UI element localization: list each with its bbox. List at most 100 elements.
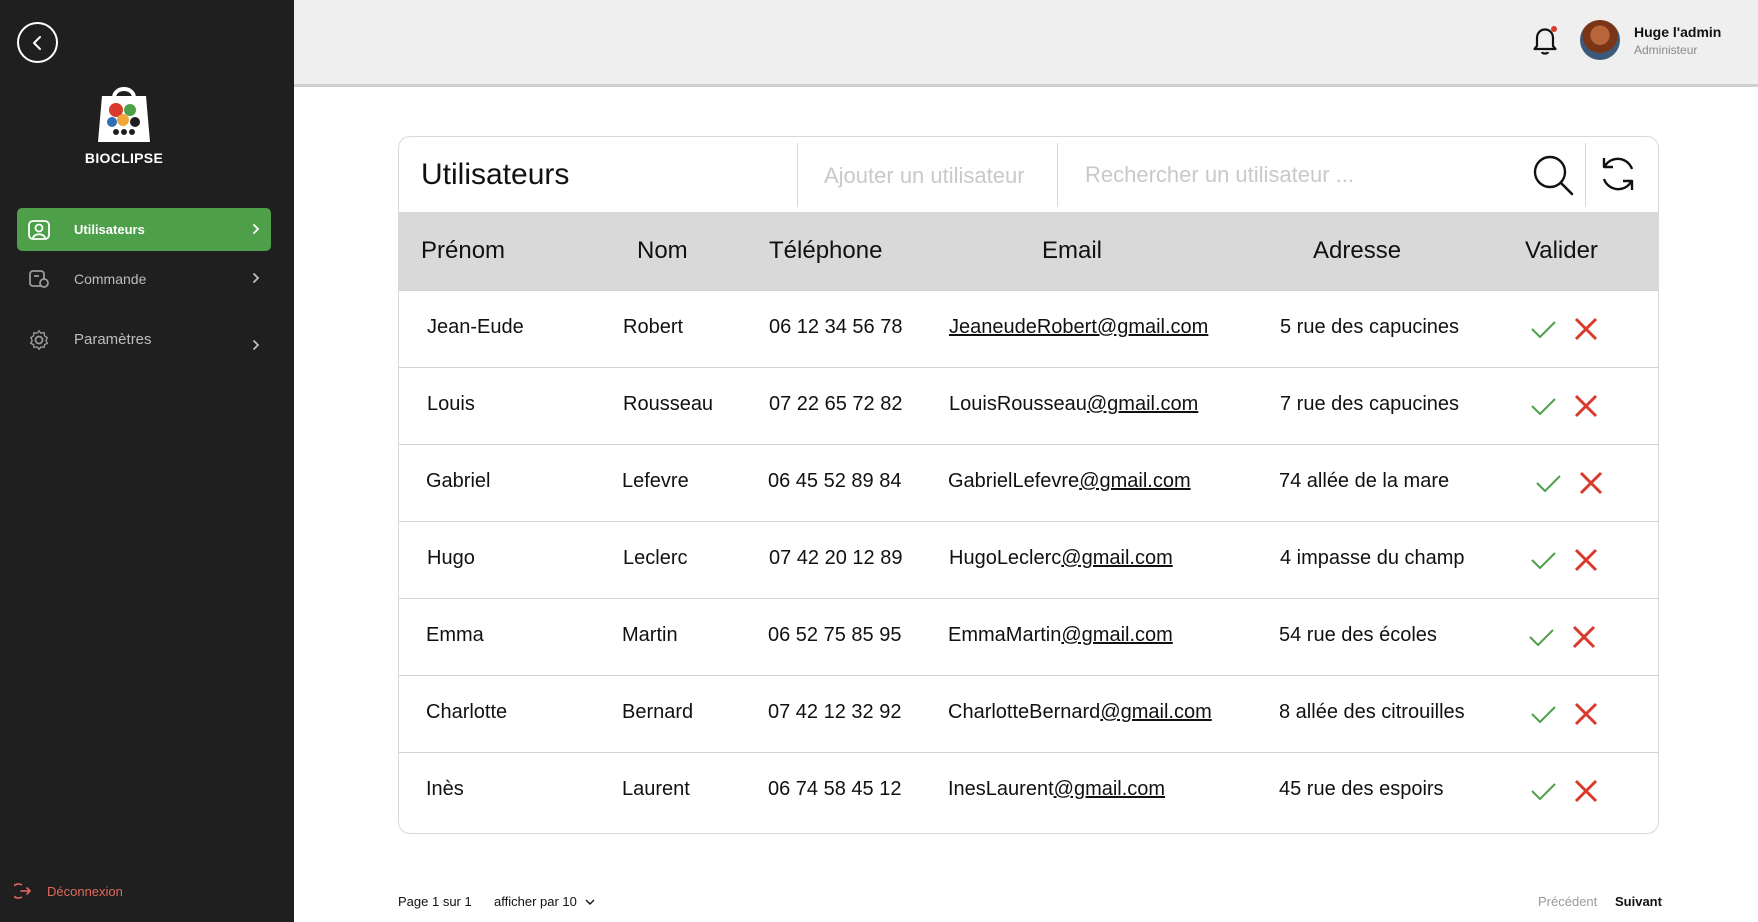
cell-adresse: 8 allée des citrouilles — [1279, 701, 1465, 723]
email-domain[interactable]: @gmail.com — [1087, 393, 1198, 415]
email-link[interactable]: JeaneudeRobert@gmail.com — [949, 316, 1208, 338]
cell-adresse: 4 impasse du champ — [1280, 547, 1465, 569]
approve-check-icon[interactable] — [1529, 315, 1557, 343]
brand-name: BIOCLIPSE — [84, 150, 164, 166]
table-row: Emma Martin 06 52 75 85 95 EmmaMartin@gm… — [399, 598, 1658, 675]
cell-telephone: 07 22 65 72 82 — [769, 393, 903, 415]
cell-nom: Lefevre — [622, 470, 689, 492]
cell-nom: Robert — [623, 316, 684, 338]
header-divider — [797, 143, 798, 207]
cell-email[interactable]: JeaneudeRobert@gmail.com — [949, 316, 1208, 339]
cell-email[interactable]: EmmaMartin@gmail.com — [948, 624, 1173, 647]
shopping-bag-logo-icon — [98, 87, 150, 142]
sidebar-item-commande[interactable]: Commande — [17, 257, 271, 300]
cell-telephone: 07 42 12 32 92 — [768, 701, 902, 723]
table-row: Hugo Leclerc 07 42 20 12 89 HugoLeclerc@… — [399, 521, 1658, 598]
cell-email[interactable]: LouisRousseau@gmail.com — [949, 393, 1198, 416]
cell-nom: Bernard — [622, 701, 694, 723]
users-card: Utilisateurs Ajouter un utilisateur Prén… — [398, 136, 1659, 834]
cell-adresse: 5 rue des capucines — [1280, 316, 1460, 338]
cell-email[interactable]: InesLaurent@gmail.com — [948, 778, 1165, 801]
cell-adresse: 54 rue des écoles — [1279, 624, 1437, 646]
cell-prenom: Jean-Eude — [427, 316, 524, 338]
email-user: GabrielLefevre — [948, 470, 1080, 492]
approve-check-icon[interactable] — [1527, 623, 1555, 651]
previous-page-button[interactable]: Précédent — [1538, 894, 1597, 909]
sidebar: BIOCLIPSE Utilisateurs Commande Paramètr… — [0, 0, 294, 922]
cell-prenom: Charlotte — [426, 701, 508, 723]
logout-button[interactable]: Déconnexion — [14, 882, 123, 900]
email-domain[interactable]: @gmail.com — [1054, 778, 1165, 800]
add-user-button[interactable]: Ajouter un utilisateur — [824, 163, 1025, 189]
reject-x-icon[interactable] — [1572, 777, 1600, 805]
logout-label: Déconnexion — [47, 883, 123, 899]
approve-check-icon[interactable] — [1529, 700, 1557, 728]
cell-nom: Rousseau — [623, 393, 714, 415]
approve-check-icon[interactable] — [1529, 392, 1557, 420]
reject-x-icon[interactable] — [1570, 623, 1598, 651]
reject-x-icon[interactable] — [1572, 546, 1600, 574]
cell-nom: Martin — [622, 624, 678, 646]
cell-telephone: 06 12 34 56 78 — [769, 316, 903, 338]
next-page-button[interactable]: Suivant — [1615, 894, 1662, 909]
cell-email[interactable]: HugoLeclerc@gmail.com — [949, 547, 1173, 570]
email-domain[interactable]: @gmail.com — [1079, 470, 1190, 492]
search-button[interactable] — [1531, 153, 1575, 197]
cell-prenom: Inès — [426, 778, 464, 800]
cell-prenom: Louis — [427, 393, 475, 415]
approve-check-icon[interactable] — [1529, 546, 1557, 574]
table-row: Gabriel Lefevre 06 45 52 89 84 GabrielLe… — [399, 444, 1658, 521]
back-button[interactable] — [17, 22, 58, 63]
user-role: Administeur — [1634, 43, 1698, 57]
avatar[interactable] — [1580, 20, 1620, 60]
cell-telephone: 06 74 58 45 12 — [768, 778, 902, 800]
sidebar-item-parametres[interactable]: Paramètres — [17, 318, 271, 361]
user-name: Huge l'admin — [1634, 24, 1722, 40]
brand-logo: BIOCLIPSE — [84, 80, 164, 170]
cell-prenom: Hugo — [427, 547, 475, 569]
chevron-left-icon — [32, 35, 41, 50]
table-row: Louis Rousseau 07 22 65 72 82 LouisRouss… — [399, 367, 1658, 444]
email-user: EmmaMartin — [948, 624, 1062, 646]
cell-prenom: Emma — [426, 624, 484, 646]
column-header-telephone[interactable]: Téléphone — [769, 237, 882, 265]
column-header-nom[interactable]: Nom — [637, 237, 688, 265]
notifications-button[interactable] — [1530, 24, 1560, 56]
cell-nom: Leclerc — [623, 547, 688, 569]
cell-telephone: 06 45 52 89 84 — [768, 470, 902, 492]
sidebar-item-utilisateurs[interactable]: Utilisateurs — [17, 208, 271, 251]
cell-email[interactable]: GabrielLefevre@gmail.com — [948, 470, 1191, 493]
email-domain[interactable]: @gmail.com — [1061, 624, 1172, 646]
notification-dot — [1551, 26, 1557, 32]
chevron-down-icon — [585, 899, 595, 905]
reject-x-icon[interactable] — [1572, 315, 1600, 343]
chevron-right-icon — [253, 273, 260, 283]
email-domain[interactable]: @gmail.com — [1100, 701, 1211, 723]
cell-telephone: 07 42 20 12 89 — [769, 547, 903, 569]
per-page-label: afficher par 10 — [494, 894, 577, 909]
reject-x-icon[interactable] — [1572, 392, 1600, 420]
column-header-email[interactable]: Email — [1042, 237, 1102, 265]
email-user: LouisRousseau — [949, 393, 1087, 415]
order-icon — [27, 267, 51, 291]
search-icon — [1533, 155, 1574, 196]
cell-email[interactable]: CharlotteBernard@gmail.com — [948, 701, 1212, 724]
user-card-icon — [27, 218, 51, 242]
cell-adresse: 74 allée de la mare — [1279, 470, 1450, 492]
table-header: Prénom Nom Téléphone Email Adresse Valid… — [399, 212, 1658, 290]
search-input[interactable] — [1085, 155, 1505, 195]
email-user: InesLaurent — [948, 778, 1054, 800]
reject-x-icon[interactable] — [1577, 469, 1605, 497]
email-domain[interactable]: @gmail.com — [1061, 547, 1172, 569]
column-header-adresse[interactable]: Adresse — [1313, 237, 1401, 265]
approve-check-icon[interactable] — [1529, 777, 1557, 805]
per-page-select[interactable]: afficher par 10 — [494, 894, 595, 909]
table-row: Jean-Eude Robert 06 12 34 56 78 Jeaneude… — [399, 290, 1658, 367]
table-row: Inès Laurent 06 74 58 45 12 InesLaurent@… — [399, 752, 1658, 829]
reject-x-icon[interactable] — [1572, 700, 1600, 728]
column-header-prenom[interactable]: Prénom — [421, 237, 505, 265]
refresh-button[interactable] — [1597, 153, 1639, 195]
approve-check-icon[interactable] — [1534, 469, 1562, 497]
page-title: Utilisateurs — [421, 158, 570, 191]
email-user: HugoLeclerc — [949, 547, 1062, 569]
